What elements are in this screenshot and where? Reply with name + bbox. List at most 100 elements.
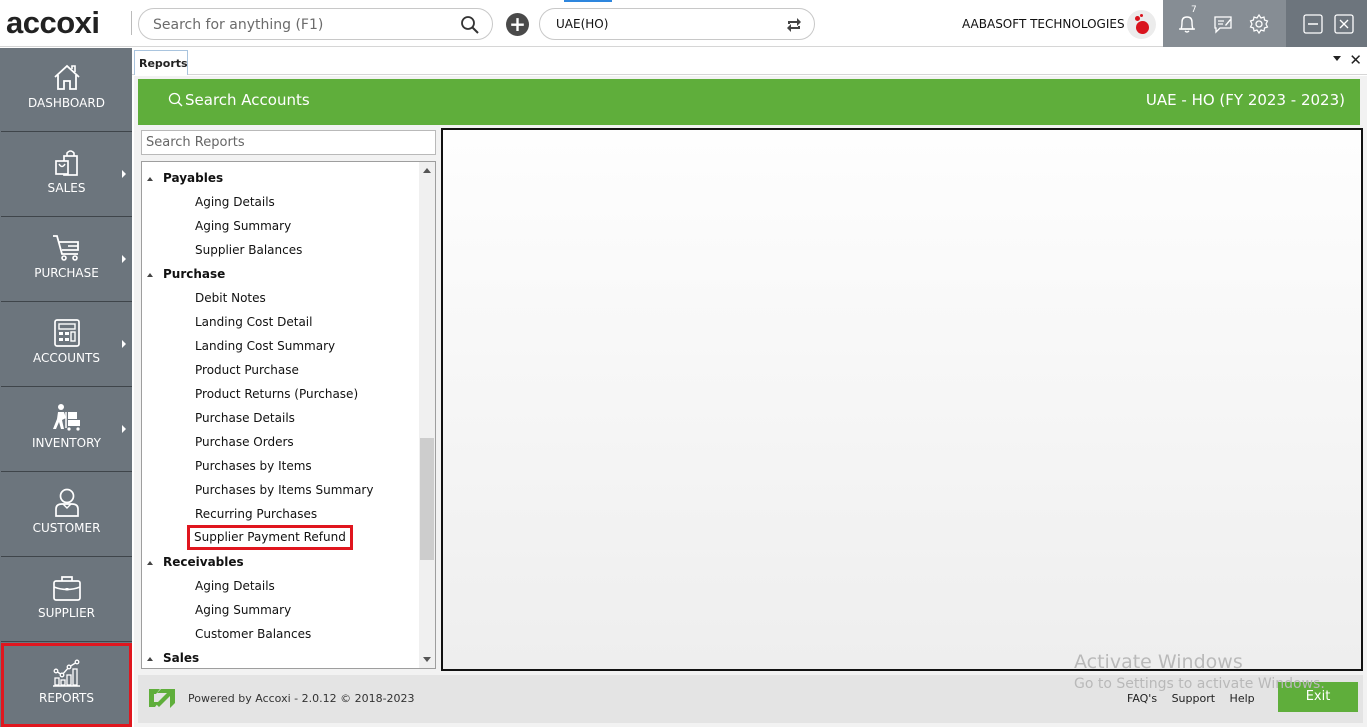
- report-group-label: Sales: [163, 651, 200, 665]
- sidebar-item-label: SUPPLIER: [37, 606, 96, 620]
- plus-icon: +: [509, 12, 526, 36]
- report-item[interactable]: Aging Summary: [195, 598, 291, 622]
- sidebar-item-label: REPORTS: [38, 691, 94, 705]
- company-name: AABASOFT TECHNOLOGIES: [962, 17, 1125, 31]
- report-group-sales[interactable]: Sales: [147, 646, 200, 668]
- company-fiscal-year: UAE - HO (FY 2023 - 2023): [1145, 91, 1345, 109]
- report-item[interactable]: Purchases by Items: [195, 454, 312, 478]
- report-item[interactable]: Landing Cost Summary: [195, 334, 335, 358]
- active-indicator: [564, 0, 612, 2]
- sidebar: DASHBOARD SALES PURCHASE ACCOUNTS INVENT…: [0, 48, 132, 727]
- calculator-icon: [54, 319, 80, 347]
- scrollbar-thumb[interactable]: [420, 438, 434, 560]
- sidebar-item-accounts[interactable]: ACCOUNTS: [1, 303, 132, 387]
- minimize-icon[interactable]: [1302, 13, 1324, 35]
- sidebar-item-label: CUSTOMER: [32, 521, 101, 535]
- report-group-label: Purchase: [163, 267, 226, 281]
- report-item-selected[interactable]: Supplier Payment Refund: [187, 525, 353, 550]
- report-search-box[interactable]: [141, 130, 436, 155]
- search-accounts-label: Search Accounts: [185, 91, 310, 109]
- shopping-bag-icon: [55, 150, 78, 176]
- faq-link[interactable]: FAQ's: [1127, 692, 1157, 705]
- powered-by-text: Powered by Accoxi - 2.0.12 © 2018-2023: [188, 692, 415, 705]
- report-item[interactable]: Supplier Balances: [195, 238, 302, 262]
- briefcase-icon: [53, 576, 81, 601]
- activation-watermark-subtitle: Go to Settings to activate Windows.: [1074, 676, 1325, 692]
- company-selector[interactable]: AABASOFT TECHNOLOGIES▶: [962, 17, 1135, 31]
- report-item[interactable]: Debit Notes: [195, 286, 266, 310]
- help-link[interactable]: Help: [1230, 692, 1255, 705]
- report-item[interactable]: Aging Summary: [195, 214, 291, 238]
- chart-icon: [53, 659, 80, 687]
- collapse-icon[interactable]: [147, 561, 153, 565]
- report-group-label: Receivables: [163, 555, 244, 569]
- report-item[interactable]: Purchase Details: [195, 406, 295, 430]
- logo-divider: [131, 11, 132, 35]
- notification-count: 7: [1191, 5, 1197, 15]
- trolley-worker-icon: [53, 404, 80, 431]
- tab-strip: Reports ✕: [132, 48, 1367, 75]
- report-group-receivables[interactable]: Receivables: [147, 550, 244, 574]
- report-item[interactable]: Aging Details: [195, 190, 275, 214]
- global-search-box[interactable]: [138, 8, 493, 40]
- sidebar-item-supplier[interactable]: SUPPLIER: [1, 558, 132, 642]
- tab-list-dropdown-icon[interactable]: [1333, 56, 1341, 61]
- sidebar-item-customer[interactable]: CUSTOMER: [1, 473, 132, 557]
- company-avatar[interactable]: [1127, 10, 1156, 39]
- sidebar-item-inventory[interactable]: INVENTORY: [1, 388, 132, 472]
- report-item[interactable]: Purchase Orders: [195, 430, 294, 454]
- sidebar-item-sales[interactable]: SALES: [1, 133, 132, 217]
- top-bar: accoxi + UAE(HO) AABASOFT TECHNOLOGIES▶ …: [0, 0, 1367, 47]
- home-icon: [54, 64, 80, 90]
- sidebar-item-dashboard[interactable]: DASHBOARD: [1, 48, 132, 132]
- search-accounts-button[interactable]: Search Accounts: [168, 91, 310, 109]
- footer-links: FAQ's Support Help: [1127, 692, 1266, 705]
- bell-icon[interactable]: [1176, 13, 1198, 35]
- report-tree-scrollbar[interactable]: [419, 162, 435, 668]
- report-item[interactable]: Aging Details: [195, 574, 275, 598]
- reports-content: Search Accounts UAE - HO (FY 2023 - 2023…: [134, 76, 1367, 727]
- activation-watermark-title: Activate Windows: [1074, 651, 1243, 673]
- global-search-input[interactable]: [153, 15, 453, 35]
- report-group-payables[interactable]: Payables: [147, 166, 223, 190]
- report-item[interactable]: Customer Balances: [195, 622, 311, 646]
- reports-header-bar: Search Accounts UAE - HO (FY 2023 - 2023…: [138, 79, 1360, 125]
- close-app-icon[interactable]: [1333, 13, 1355, 35]
- report-item[interactable]: Product Returns (Purchase): [195, 382, 358, 406]
- report-item[interactable]: Recurring Purchases: [195, 502, 317, 526]
- sidebar-item-label: PURCHASE: [34, 266, 99, 280]
- accoxi-footer-logo: [149, 689, 175, 708]
- report-item[interactable]: Landing Cost Detail: [195, 310, 312, 334]
- submenu-arrow-icon: [122, 255, 126, 263]
- report-item[interactable]: Product Purchase: [195, 358, 299, 382]
- branch-selector[interactable]: UAE(HO): [539, 8, 815, 40]
- report-viewer: [441, 128, 1363, 671]
- sidebar-item-purchase[interactable]: PURCHASE: [1, 218, 132, 302]
- gear-icon[interactable]: [1248, 13, 1270, 35]
- collapse-icon[interactable]: [147, 177, 153, 181]
- support-link[interactable]: Support: [1172, 692, 1215, 705]
- add-new-button[interactable]: +: [506, 13, 529, 36]
- feedback-icon[interactable]: [1212, 13, 1234, 35]
- scroll-up-icon[interactable]: [423, 168, 431, 173]
- submenu-arrow-icon: [122, 425, 126, 433]
- report-group-purchase[interactable]: Purchase: [147, 262, 225, 286]
- report-group-label: Payables: [163, 171, 224, 185]
- close-tab-icon[interactable]: ✕: [1349, 51, 1362, 69]
- switch-branch-icon[interactable]: [784, 15, 804, 35]
- report-item[interactable]: Purchases by Items Summary: [195, 478, 373, 502]
- accoxi-logo: accoxi: [6, 5, 100, 40]
- tab-reports[interactable]: Reports: [134, 50, 188, 75]
- scroll-down-icon[interactable]: [423, 657, 431, 662]
- report-search-input[interactable]: [146, 135, 426, 150]
- submenu-arrow-icon: [122, 170, 126, 178]
- search-icon[interactable]: [460, 15, 480, 35]
- user-icon: [55, 488, 79, 517]
- sidebar-item-reports[interactable]: REPORTS: [1, 643, 132, 727]
- collapse-icon[interactable]: [147, 657, 153, 661]
- branch-name: UAE(HO): [556, 17, 609, 31]
- sidebar-item-label: DASHBOARD: [28, 96, 105, 110]
- collapse-icon[interactable]: [147, 273, 153, 277]
- cart-icon: [53, 235, 79, 261]
- sidebar-item-label: SALES: [47, 181, 86, 195]
